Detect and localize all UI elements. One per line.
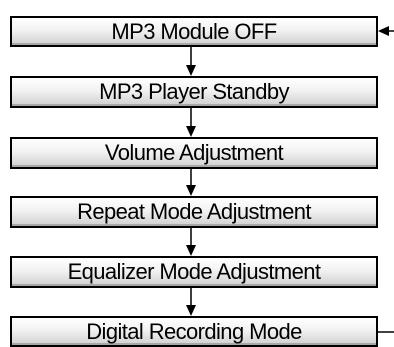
connector-layer [186,26,394,333]
arrow-4-to-5 [186,228,196,256]
flow-diagram: MP3 Module OFF MP3 Player Standby Volume… [0,0,394,347]
arrow-3-to-4 [186,169,196,196]
arrow-5-to-6 [186,288,196,316]
loop-back-arrow [378,26,394,333]
arrow-1-to-2 [186,47,196,76]
arrow-2-to-3 [186,108,196,137]
